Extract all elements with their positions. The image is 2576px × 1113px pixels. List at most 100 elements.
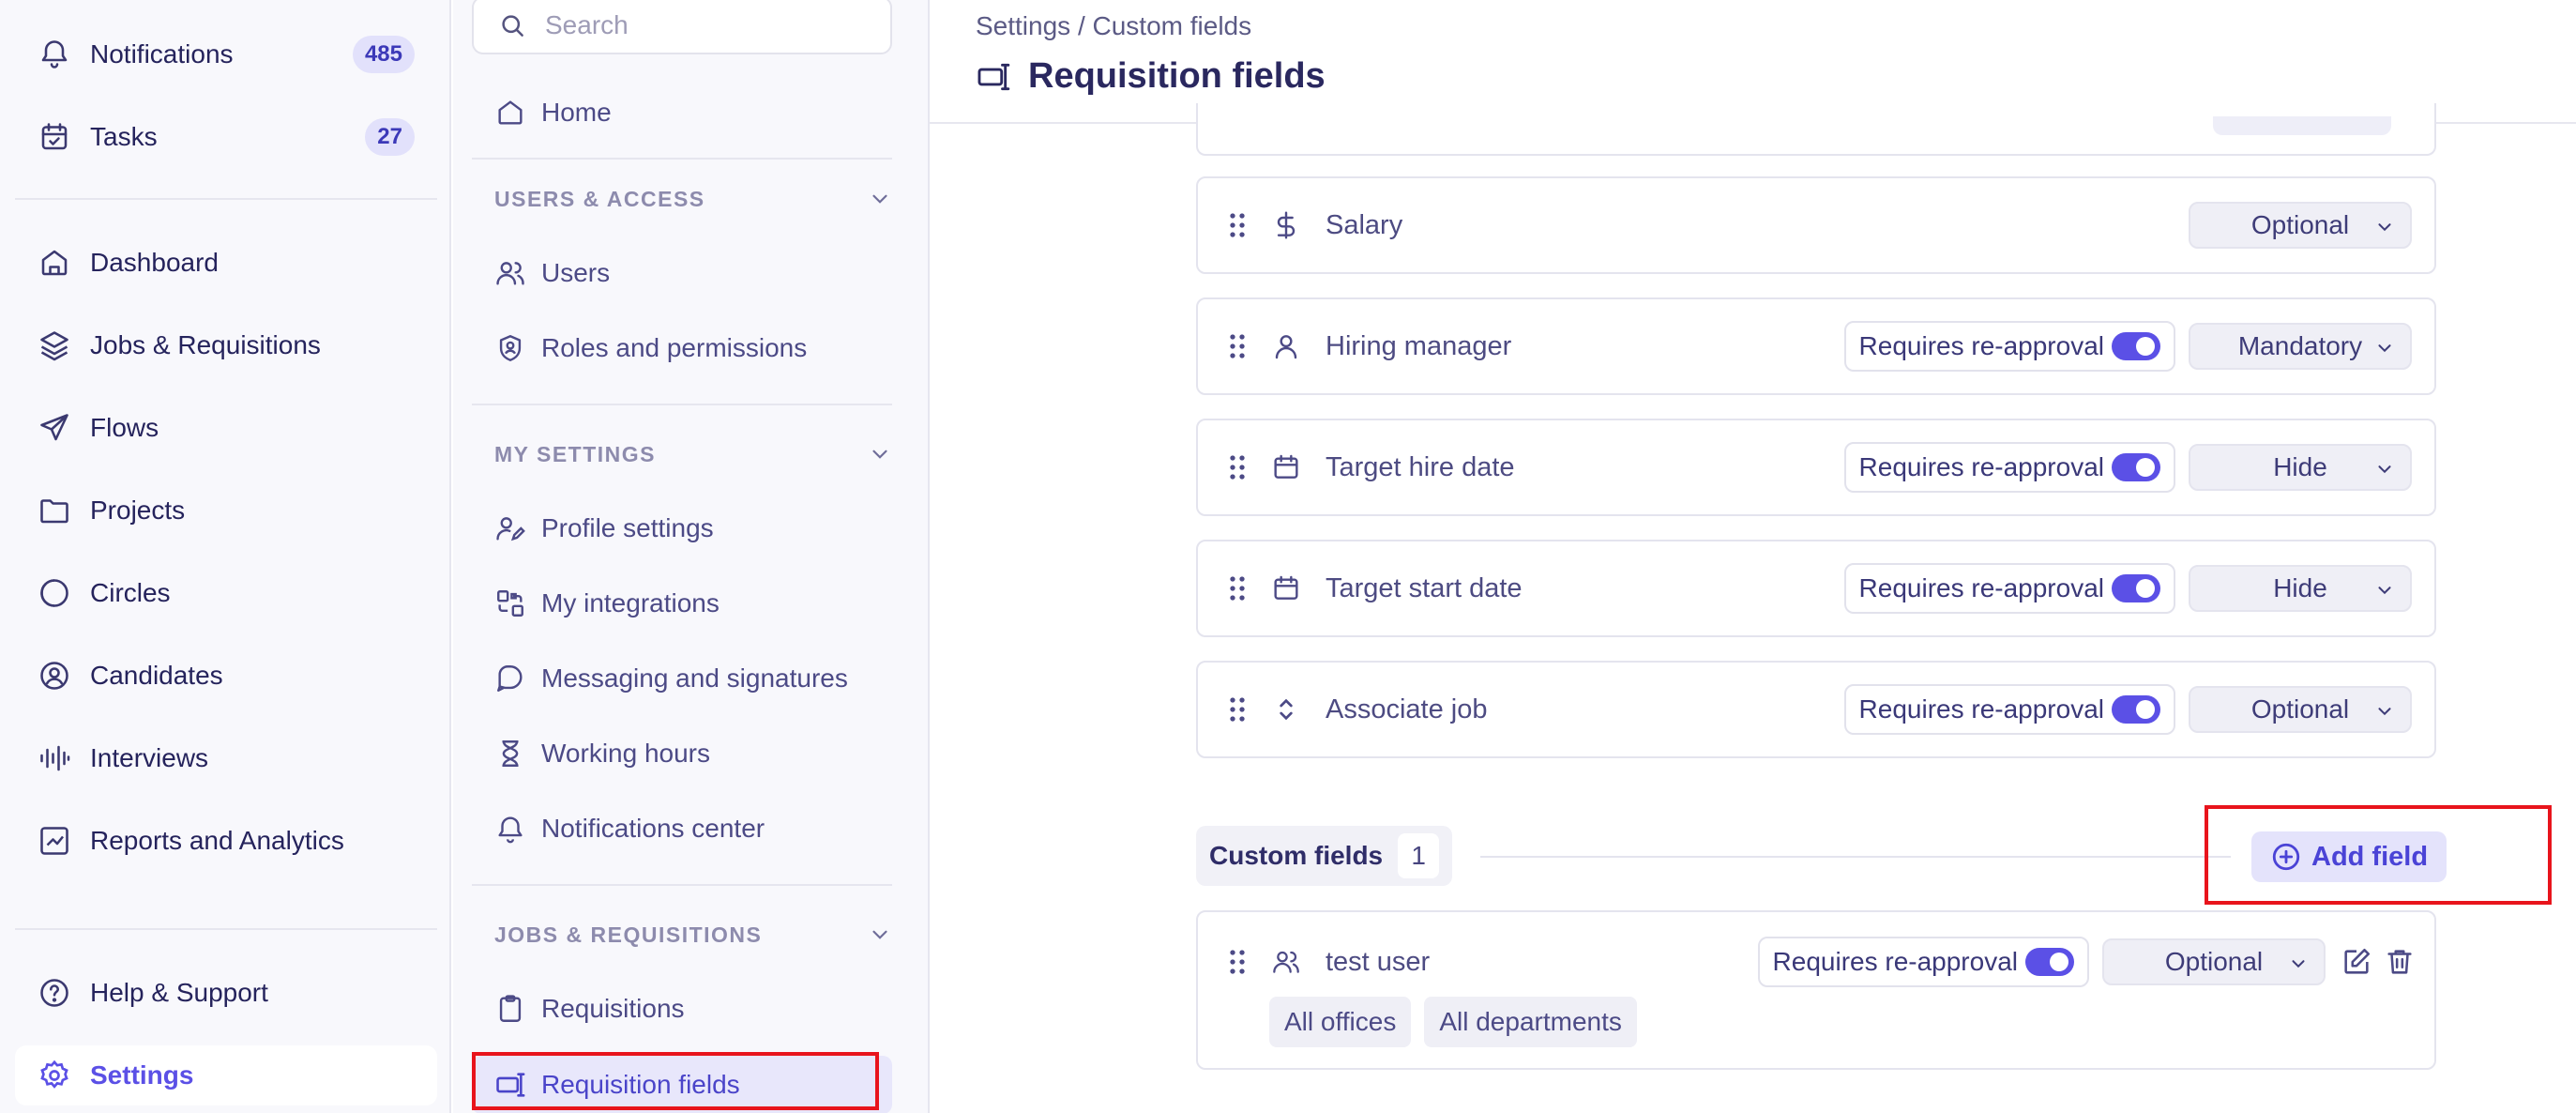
visibility-select[interactable]: Hide bbox=[2189, 444, 2412, 491]
drag-handle-icon[interactable] bbox=[1226, 332, 1249, 360]
drag-handle-icon[interactable] bbox=[1226, 453, 1249, 481]
visibility-select[interactable]: Optional bbox=[2189, 686, 2412, 733]
reapproval-toggle[interactable] bbox=[2112, 332, 2160, 360]
visibility-select[interactable]: Hide bbox=[2189, 565, 2412, 612]
nav-circles[interactable]: Circles bbox=[15, 563, 437, 623]
field-name: test user bbox=[1326, 946, 1431, 977]
edit-icon[interactable] bbox=[2341, 946, 2372, 978]
chevron-down-icon bbox=[2378, 465, 2391, 474]
calendar-icon bbox=[1274, 575, 1298, 600]
tag-departments: All departments bbox=[1424, 997, 1637, 1047]
message-icon bbox=[497, 665, 523, 692]
nav-reports[interactable]: Reports and Analytics bbox=[15, 811, 437, 871]
nav-dashboard-label: Dashboard bbox=[90, 248, 219, 277]
section-my-settings[interactable]: MY SETTINGS bbox=[494, 435, 892, 473]
reapproval-label: Requires re-approval bbox=[1858, 573, 2104, 602]
trash-icon[interactable] bbox=[2384, 946, 2416, 978]
menu-profile-settings[interactable]: Profile settings bbox=[472, 499, 892, 557]
section-my-settings-title: MY SETTINGS bbox=[494, 441, 656, 466]
menu-requisitions[interactable]: Requisitions bbox=[472, 980, 892, 1038]
section-jobs-title: JOBS & REQUISITIONS bbox=[494, 922, 763, 947]
section-users-access[interactable]: USERS & ACCESS bbox=[494, 180, 892, 218]
nav-reports-label: Reports and Analytics bbox=[90, 826, 344, 855]
visibility-select[interactable]: Optional bbox=[2189, 202, 2412, 249]
form-fields-icon bbox=[977, 63, 1010, 90]
chevron-down-icon bbox=[872, 194, 887, 204]
field-name: Associate job bbox=[1326, 694, 1488, 724]
field-name: Target start date bbox=[1326, 572, 1523, 603]
integrations-icon bbox=[497, 590, 523, 617]
tasks-count-badge: 27 bbox=[365, 118, 415, 156]
menu-home-label: Home bbox=[541, 98, 612, 127]
settings-search[interactable] bbox=[472, 0, 892, 54]
menu-messaging-signatures[interactable]: Messaging and signatures bbox=[472, 649, 892, 708]
drag-handle-icon[interactable] bbox=[1226, 948, 1249, 976]
nav-notifications[interactable]: Notifications 485 bbox=[15, 24, 437, 84]
nav-help-label: Help & Support bbox=[90, 978, 268, 1007]
chevron-down-icon bbox=[872, 450, 887, 459]
custom-field-tags: All offices All departments bbox=[1269, 997, 1650, 1047]
menu-divider bbox=[472, 884, 892, 886]
nav-interviews[interactable]: Interviews bbox=[15, 728, 437, 788]
nav-help-support[interactable]: Help & Support bbox=[15, 963, 437, 1023]
reapproval-label: Requires re-approval bbox=[1858, 694, 2104, 724]
visibility-select[interactable]: Optional bbox=[2102, 938, 2326, 985]
nav-jobs-label: Jobs & Requisitions bbox=[90, 330, 321, 359]
chevron-down-icon bbox=[872, 930, 887, 939]
settings-menu: Home USERS & ACCESS Users Roles and perm… bbox=[453, 0, 930, 1113]
chevron-up-down-icon bbox=[1280, 698, 1293, 721]
visibility-select[interactable]: Mandatory bbox=[2189, 323, 2412, 370]
nav-flows[interactable]: Flows bbox=[15, 398, 437, 458]
nav-dashboard[interactable]: Dashboard bbox=[15, 233, 437, 293]
custom-fields-count: 1 bbox=[1398, 833, 1440, 878]
send-icon bbox=[40, 414, 68, 441]
menu-roles-permissions[interactable]: Roles and permissions bbox=[472, 319, 892, 377]
reapproval-toggle[interactable] bbox=[2112, 574, 2160, 602]
reapproval-toggle[interactable] bbox=[2025, 948, 2074, 976]
shield-user-icon bbox=[499, 335, 522, 361]
menu-working-hours[interactable]: Working hours bbox=[472, 724, 892, 783]
nav-projects[interactable]: Projects bbox=[15, 480, 437, 541]
drag-handle-icon[interactable] bbox=[1226, 574, 1249, 602]
home-icon bbox=[41, 250, 68, 276]
menu-users[interactable]: Users bbox=[472, 244, 892, 302]
custom-fields-divider bbox=[1480, 856, 2231, 858]
search-input[interactable] bbox=[545, 10, 883, 40]
field-name: Hiring manager bbox=[1326, 330, 1512, 361]
nav-tasks-label: Tasks bbox=[90, 122, 158, 151]
drag-handle-icon[interactable] bbox=[1226, 695, 1249, 724]
visibility-value: Hide bbox=[2273, 573, 2327, 602]
search-icon bbox=[502, 15, 523, 37]
reapproval-toggle-group: Requires re-approval bbox=[1843, 442, 2175, 493]
gear-icon bbox=[40, 1060, 68, 1089]
person-icon bbox=[1275, 335, 1297, 359]
dollar-icon bbox=[1277, 211, 1296, 239]
tag-offices: All offices bbox=[1269, 997, 1412, 1047]
bell-icon bbox=[41, 40, 68, 69]
field-name: Target hire date bbox=[1326, 451, 1515, 482]
bell-ring-icon bbox=[498, 816, 523, 844]
menu-notifications-center-label: Notifications center bbox=[541, 814, 765, 843]
chevron-down-icon bbox=[2378, 587, 2391, 595]
nav-candidates[interactable]: Candidates bbox=[15, 646, 437, 706]
menu-notifications-center[interactable]: Notifications center bbox=[472, 800, 892, 858]
reapproval-toggle[interactable] bbox=[2112, 453, 2160, 481]
visibility-value: Optional bbox=[2164, 947, 2264, 976]
section-jobs-requisitions[interactable]: JOBS & REQUISITIONS bbox=[494, 916, 892, 953]
chevron-down-icon bbox=[2378, 344, 2391, 353]
drag-handle-icon[interactable] bbox=[1226, 211, 1249, 239]
nav-jobs-requisitions[interactable]: Jobs & Requisitions bbox=[15, 315, 437, 375]
custom-field-row-top: test user Requires re-approval Optional bbox=[1198, 937, 2434, 987]
field-row-partial bbox=[1196, 103, 2436, 156]
user-circle-icon bbox=[40, 662, 68, 690]
breadcrumb: Settings / Custom fields bbox=[976, 11, 1252, 40]
nav-tasks[interactable]: Tasks 27 bbox=[15, 107, 437, 167]
menu-home[interactable]: Home bbox=[472, 84, 892, 142]
nav-settings[interactable]: Settings bbox=[15, 1045, 437, 1105]
reapproval-label: Requires re-approval bbox=[1772, 947, 2018, 976]
chevron-down-icon bbox=[2378, 708, 2391, 716]
nav-notifications-label: Notifications bbox=[90, 39, 234, 69]
field-row-target-start-date: Target start date Requires re-approval H… bbox=[1196, 540, 2436, 637]
reapproval-toggle[interactable] bbox=[2112, 695, 2160, 724]
menu-my-integrations[interactable]: My integrations bbox=[472, 574, 892, 633]
